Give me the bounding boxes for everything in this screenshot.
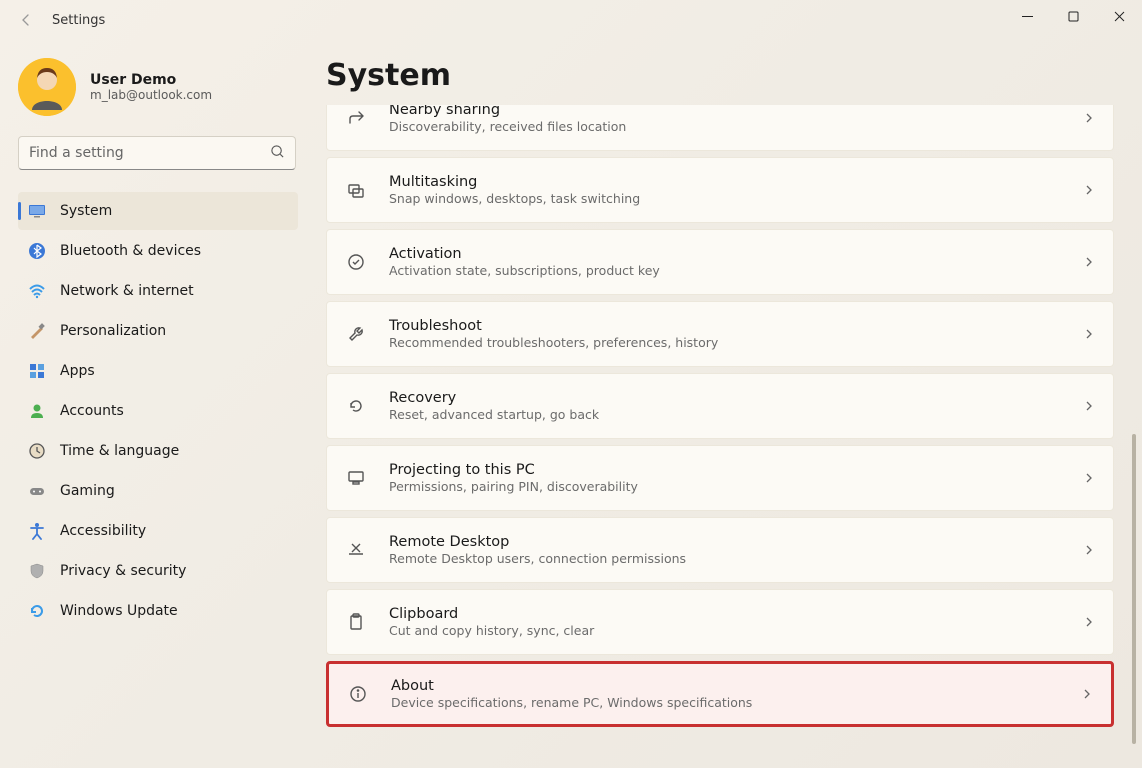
apps-icon (28, 362, 46, 380)
back-button[interactable] (8, 2, 44, 38)
item-sub: Discoverability, received files location (389, 119, 1083, 134)
clipboard-icon (345, 611, 367, 633)
system-icon (28, 202, 46, 220)
item-nearby-sharing[interactable]: Nearby sharing Discoverability, received… (326, 105, 1114, 151)
chevron-right-icon (1083, 397, 1095, 416)
nav-privacy[interactable]: Privacy & security (18, 552, 298, 590)
item-title: Nearby sharing (389, 105, 1083, 118)
nav-label: Gaming (60, 483, 115, 499)
chevron-right-icon (1083, 109, 1095, 128)
main-content: System Nearby sharing Discoverability, r… (310, 40, 1142, 768)
item-sub: Recommended troubleshooters, preferences… (389, 335, 1083, 350)
search-box[interactable] (18, 136, 296, 170)
gaming-icon (28, 482, 46, 500)
item-sub: Snap windows, desktops, task switching (389, 191, 1083, 206)
item-sub: Cut and copy history, sync, clear (389, 623, 1083, 638)
nav-label: System (60, 203, 112, 219)
nav-label: Network & internet (60, 283, 194, 299)
sidebar: User Demo m_lab@outlook.com System Bluet… (0, 40, 310, 768)
item-title: Remote Desktop (389, 534, 1083, 550)
item-clipboard[interactable]: Clipboard Cut and copy history, sync, cl… (326, 589, 1114, 655)
item-multitasking[interactable]: Multitasking Snap windows, desktops, tas… (326, 157, 1114, 223)
nav-windows-update[interactable]: Windows Update (18, 592, 298, 630)
bluetooth-icon (28, 242, 46, 260)
multitasking-icon (345, 179, 367, 201)
window-controls (1004, 0, 1142, 32)
nav-bluetooth[interactable]: Bluetooth & devices (18, 232, 298, 270)
nav-label: Personalization (60, 323, 166, 339)
scrollbar[interactable] (1132, 104, 1136, 748)
check-circle-icon (345, 251, 367, 273)
maximize-button[interactable] (1050, 0, 1096, 32)
user-name: User Demo (90, 72, 212, 88)
item-remote-desktop[interactable]: Remote Desktop Remote Desktop users, con… (326, 517, 1114, 583)
items-list: Nearby sharing Discoverability, received… (326, 105, 1120, 768)
user-email: m_lab@outlook.com (90, 88, 212, 102)
nav-label: Bluetooth & devices (60, 243, 201, 259)
projecting-icon (345, 467, 367, 489)
user-block[interactable]: User Demo m_lab@outlook.com (18, 50, 310, 136)
avatar (18, 58, 76, 116)
scrollbar-thumb[interactable] (1132, 434, 1136, 744)
item-sub: Reset, advanced startup, go back (389, 407, 1083, 422)
chevron-right-icon (1083, 541, 1095, 560)
titlebar: Settings (0, 0, 1142, 40)
nav-label: Privacy & security (60, 563, 186, 579)
nav-system[interactable]: System (18, 192, 298, 230)
close-button[interactable] (1096, 0, 1142, 32)
search-input[interactable] (29, 145, 270, 161)
chevron-right-icon (1083, 181, 1095, 200)
item-projecting[interactable]: Projecting to this PC Permissions, pairi… (326, 445, 1114, 511)
nav-label: Accessibility (60, 523, 146, 539)
shield-icon (28, 562, 46, 580)
nav-label: Apps (60, 363, 95, 379)
item-title: Recovery (389, 390, 1083, 406)
item-about[interactable]: About Device specifications, rename PC, … (326, 661, 1114, 727)
item-sub: Permissions, pairing PIN, discoverabilit… (389, 479, 1083, 494)
info-icon (347, 683, 369, 705)
search-icon (270, 144, 285, 163)
item-title: Troubleshoot (389, 318, 1083, 334)
item-recovery[interactable]: Recovery Reset, advanced startup, go bac… (326, 373, 1114, 439)
wrench-icon (345, 323, 367, 345)
item-sub: Activation state, subscriptions, product… (389, 263, 1083, 278)
chevron-right-icon (1083, 253, 1095, 272)
item-title: Clipboard (389, 606, 1083, 622)
nav-apps[interactable]: Apps (18, 352, 298, 390)
minimize-button[interactable] (1004, 0, 1050, 32)
item-activation[interactable]: Activation Activation state, subscriptio… (326, 229, 1114, 295)
accounts-icon (28, 402, 46, 420)
chevron-right-icon (1083, 469, 1095, 488)
item-sub: Remote Desktop users, connection permiss… (389, 551, 1083, 566)
nav-accessibility[interactable]: Accessibility (18, 512, 298, 550)
nav-label: Accounts (60, 403, 124, 419)
nav-network[interactable]: Network & internet (18, 272, 298, 310)
nav: System Bluetooth & devices Network & int… (18, 192, 310, 630)
nav-time-language[interactable]: Time & language (18, 432, 298, 470)
recovery-icon (345, 395, 367, 417)
chevron-right-icon (1083, 613, 1095, 632)
brush-icon (28, 322, 46, 340)
item-title: About (391, 678, 1081, 694)
item-title: Multitasking (389, 174, 1083, 190)
share-icon (345, 107, 367, 129)
nav-gaming[interactable]: Gaming (18, 472, 298, 510)
item-sub: Device specifications, rename PC, Window… (391, 695, 1081, 710)
clock-globe-icon (28, 442, 46, 460)
nav-label: Time & language (60, 443, 179, 459)
update-icon (28, 602, 46, 620)
item-troubleshoot[interactable]: Troubleshoot Recommended troubleshooters… (326, 301, 1114, 367)
item-title: Activation (389, 246, 1083, 262)
nav-personalization[interactable]: Personalization (18, 312, 298, 350)
network-icon (28, 282, 46, 300)
item-title: Projecting to this PC (389, 462, 1083, 478)
page-title: System (326, 58, 1120, 93)
chevron-right-icon (1081, 685, 1093, 704)
window-title: Settings (52, 13, 105, 28)
chevron-right-icon (1083, 325, 1095, 344)
nav-accounts[interactable]: Accounts (18, 392, 298, 430)
remote-desktop-icon (345, 539, 367, 561)
accessibility-icon (28, 522, 46, 540)
nav-label: Windows Update (60, 603, 178, 619)
